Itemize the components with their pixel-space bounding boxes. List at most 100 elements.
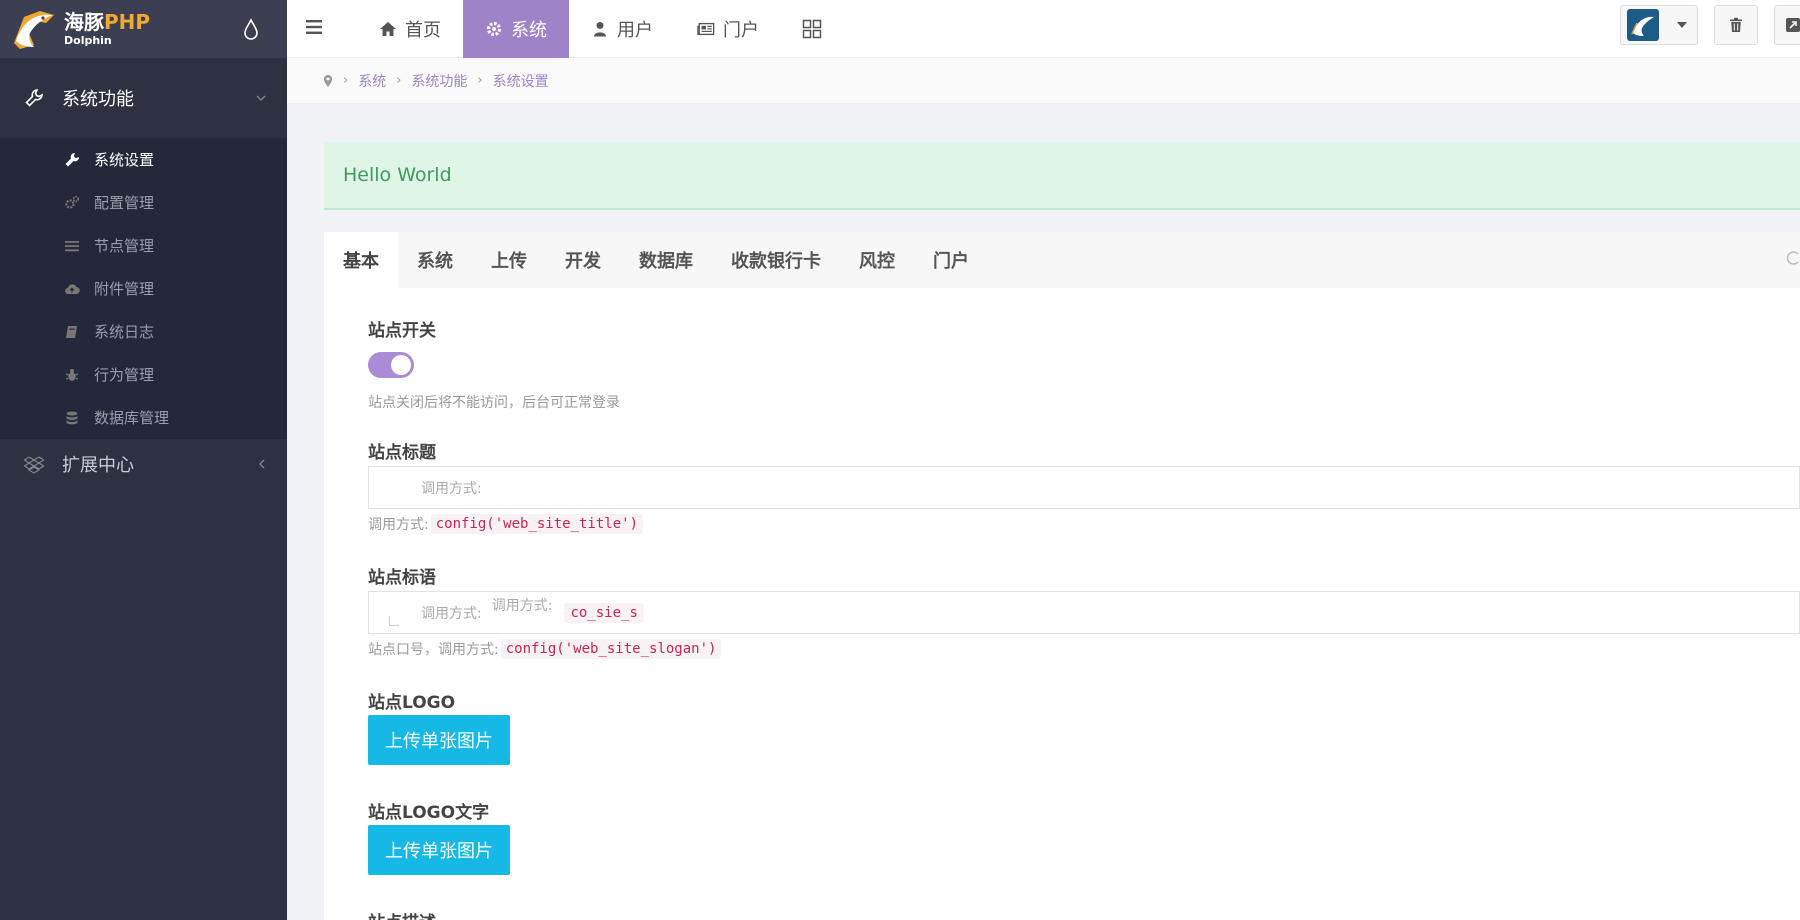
topbar: 首页 系统 用户 门户 [287,0,1800,58]
top-tab-apps[interactable] [781,0,843,58]
toggle-knob [391,355,411,375]
sidebar-group-system: 系统功能 系统设置 配置管理 节点管理 附件管理 系统日志 行为管理 数据库管理 [0,58,287,439]
sidebar-group-system-label: 系统功能 [62,89,134,110]
input-ghost-text: 调用方式: [421,605,482,622]
caret-down-icon [1677,22,1687,28]
breadcrumb-item[interactable]: 系统功能 [411,71,467,91]
list-icon [64,238,80,254]
sidebar-item-logs[interactable]: 系统日志 [0,310,287,353]
site-switch-help: 站点关闭后将不能访问，后台可正常登录 [368,395,620,411]
sidebar-item-system-settings[interactable]: 系统设置 [0,138,287,181]
tab-upload[interactable]: 上传 [472,232,546,288]
help-code: config('web_site_title') [430,514,644,534]
site-logo-upload-button[interactable]: 上传单张图片 [368,715,510,765]
top-nav: 首页 系统 用户 门户 [357,0,843,58]
help-text: 调用方式: [368,517,429,533]
breadcrumb-separator: › [343,73,349,88]
brand[interactable]: 海豚PHP Dolphin [0,0,287,58]
user-menu[interactable] [1620,5,1698,45]
sidebar-item-nodes[interactable]: 节点管理 [0,224,287,267]
sidebar-item-label: 系统日志 [94,323,155,341]
site-title-label: 站点标题 [368,443,436,463]
tab-system[interactable]: 系统 [398,232,472,288]
top-tab-label: 首页 [405,20,441,41]
chevron-down-icon [256,95,266,101]
site-title-help: 调用方式: config('web_site_title') [368,514,644,534]
breadcrumb-item[interactable]: 系统设置 [493,71,549,91]
chevron-left-icon [259,459,265,469]
brand-sub: Dolphin [64,34,112,47]
sidebar-item-actions[interactable]: 行为管理 [0,353,287,396]
brand-name: 海豚PHP [64,10,151,34]
user-icon [591,20,609,38]
site-desc-label: 站点描述 [368,908,436,920]
clear-cache-button[interactable] [1714,5,1758,45]
tab-portal[interactable]: 门户 [914,232,988,288]
sidebar-item-label: 配置管理 [94,194,155,212]
tab-database[interactable]: 数据库 [620,232,712,288]
sidebar-item-label: 附件管理 [94,280,155,298]
breadcrumb-separator: › [477,73,483,88]
breadcrumb: › 系统 › 系统功能 › 系统设置 [287,58,1800,104]
bug-icon [64,367,80,383]
help-text: 站点口号，调用方式: [368,642,499,658]
map-marker-icon [324,74,332,87]
theme-drop-icon[interactable] [243,18,259,40]
alert-message: Hello World [324,142,1800,210]
input-ghost-code: co_sie_s [564,602,644,623]
input-ghost-text: 调用方式: [421,480,482,497]
menu-toggle-icon[interactable] [305,18,325,36]
gear-icon [485,20,503,38]
top-tab-label: 系统 [511,20,547,41]
sidebar-group-system-header[interactable]: 系统功能 [0,58,287,138]
top-tab-system[interactable]: 系统 [463,0,569,58]
sidebar-item-config[interactable]: 配置管理 [0,181,287,224]
brand-text: 海豚PHP Dolphin [64,12,150,46]
tab-develop[interactable]: 开发 [546,232,620,288]
fullscreen-button[interactable] [1774,5,1800,45]
sidebar: 海豚PHP Dolphin 系统功能 系统设置 配置管理 节点管理 附件管理 系… [0,0,287,920]
dropbox-icon [24,456,44,474]
wrench-icon [64,152,80,168]
sidebar-item-label: 数据库管理 [94,409,170,427]
site-switch-toggle[interactable] [368,352,414,378]
input-ghost-text: 调用方式: [491,597,553,614]
avatar [1627,9,1659,41]
top-tab-label: 用户 [617,20,653,41]
refresh-icon[interactable] [1786,249,1800,267]
database-icon [64,410,80,426]
settings-tabs: 基本 系统 上传 开发 数据库 收款银行卡 风控 门户 [324,232,1800,288]
sidebar-group-extension-label: 扩展中心 [62,455,134,476]
breadcrumb-separator: › [396,73,402,88]
sidebar-item-attachments[interactable]: 附件管理 [0,267,287,310]
tab-bank-card[interactable]: 收款银行卡 [712,232,840,288]
grid-icon [802,19,822,39]
wrench-icon [24,88,44,108]
sidebar-item-database[interactable]: 数据库管理 [0,396,287,439]
book-icon [64,324,80,340]
site-logo-label: 站点LOGO [368,693,456,713]
cloud-upload-icon [64,281,80,297]
dolphin-logo-icon [14,11,54,49]
top-tab-portal[interactable]: 门户 [675,0,781,58]
site-logo-text-label: 站点LOGO文字 [368,803,490,823]
site-logo-text-upload-button[interactable]: 上传单张图片 [368,825,510,875]
site-switch-label: 站点开关 [368,321,436,341]
sidebar-group-extension[interactable]: 扩展中心 [0,439,287,489]
sidebar-item-label: 节点管理 [94,237,155,255]
tab-risk[interactable]: 风控 [840,232,914,288]
site-slogan-input[interactable]: 调用方式: 调用方式: co_sie_s [368,591,1800,634]
site-slogan-help: 站点口号，调用方式: config('web_site_slogan') [368,639,722,659]
top-tab-home[interactable]: 首页 [357,0,463,58]
gears-icon [64,195,80,211]
top-tab-user[interactable]: 用户 [569,0,675,58]
site-title-input[interactable]: 调用方式: [368,466,1800,509]
help-code: config('web_site_slogan') [500,639,722,659]
site-slogan-label: 站点标语 [368,568,436,588]
tab-basic[interactable]: 基本 [324,232,398,288]
external-link-icon [1786,18,1800,32]
newspaper-icon [697,20,715,38]
settings-panel: 基本 系统 上传 开发 数据库 收款银行卡 风控 门户 站点开关 站点关闭后将不… [324,232,1800,920]
sidebar-item-label: 行为管理 [94,366,155,384]
breadcrumb-item[interactable]: 系统 [358,71,386,91]
